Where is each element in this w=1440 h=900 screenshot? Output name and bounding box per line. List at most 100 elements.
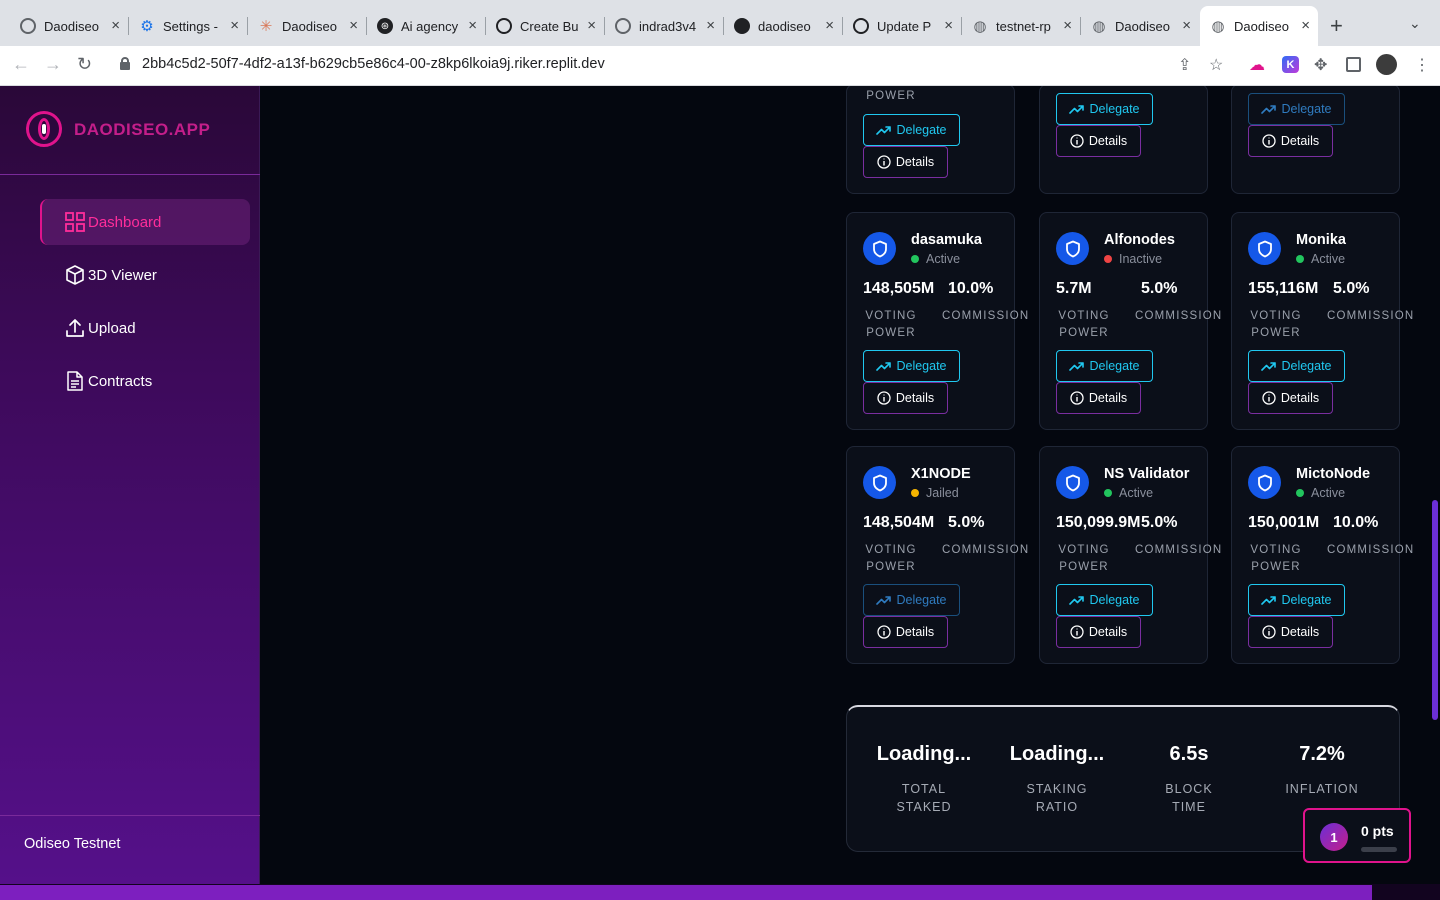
close-icon[interactable]: × — [587, 17, 596, 34]
browser-tab[interactable]: ◍ testnet-rp × — [962, 6, 1081, 46]
back-arrow-icon[interactable]: ← — [12, 54, 30, 75]
close-icon[interactable]: × — [230, 17, 239, 34]
delegate-button[interactable]: Delegate — [863, 114, 960, 146]
sidebar-item-3d-viewer[interactable]: 3D Viewer — [40, 252, 250, 298]
details-button[interactable]: Details — [1056, 125, 1141, 157]
voting-power-label: VOTING POWER — [865, 310, 917, 339]
delegate-button[interactable]: Delegate — [1248, 350, 1345, 382]
details-button[interactable]: Details — [863, 146, 948, 178]
details-button[interactable]: Details — [1056, 616, 1141, 648]
k-extension-icon[interactable]: K — [1282, 56, 1299, 73]
browser-tab[interactable]: Create Bu × — [486, 6, 605, 46]
address-bar: ← → ↻ 2bb4c5d2-50f7-4df2-a13f-b629cb5e86… — [0, 46, 1440, 86]
browser-tab[interactable]: ⚙ Settings - × — [129, 6, 248, 46]
update-icon — [853, 18, 869, 34]
sidebar-item-label: Dashboard — [88, 213, 162, 231]
new-tab-plus-icon[interactable]: + — [1330, 13, 1343, 39]
validator-card: dasamuka Active 148,505M 10.0% VOTING POWER CO… — [846, 212, 1028, 430]
delegate-button[interactable]: Delegate — [1248, 584, 1345, 616]
voting-power-label: POWER — [866, 90, 916, 102]
details-button[interactable]: Details — [1248, 616, 1333, 648]
commission-value: 10.0% — [948, 280, 994, 297]
stat-total-staked: Loading... TOTAL STAKED — [859, 743, 989, 816]
delegate-button[interactable]: Delegate — [1056, 350, 1153, 382]
reload-icon[interactable]: ↻ — [77, 54, 92, 75]
brand-name[interactable]: DAODISEO.APP — [74, 120, 210, 140]
close-icon[interactable]: × — [468, 17, 477, 34]
close-icon[interactable]: × — [1063, 17, 1072, 34]
lock-icon[interactable] — [120, 57, 130, 70]
close-icon[interactable]: × — [111, 17, 120, 34]
details-button[interactable]: Details — [1248, 382, 1333, 414]
side-panel-icon[interactable] — [1346, 57, 1361, 72]
stat-label: INFLATION — [1285, 782, 1359, 796]
close-icon[interactable]: × — [825, 17, 834, 34]
sidebar-item-upload[interactable]: Upload — [40, 305, 250, 351]
browser-tab[interactable]: ◍ Daodiseo × — [1081, 6, 1199, 46]
commission-value: 10.0% — [1333, 514, 1379, 531]
commission-value: 5.0% — [1333, 280, 1370, 297]
validator-name: Alfonodes — [1104, 232, 1175, 248]
browser-tab[interactable]: daodiseo × — [724, 6, 843, 46]
browser-tab[interactable]: ⊛ Ai agency × — [367, 6, 486, 46]
browser-tab[interactable]: Update P × — [843, 6, 962, 46]
sidebar-item-label: Contracts — [88, 372, 153, 390]
vertical-scrollbar[interactable] — [1432, 500, 1438, 720]
share-icon[interactable]: ⇪ — [1178, 55, 1191, 75]
delegate-button[interactable]: Delegate — [1056, 93, 1153, 125]
trending-up-icon — [1261, 104, 1277, 114]
delegate-button[interactable]: Delegate — [1248, 93, 1345, 125]
sidebar-item-contracts[interactable]: Contracts — [40, 358, 250, 404]
gray-circle-icon — [20, 18, 36, 34]
puzzle-extensions-icon[interactable]: ✥ — [1314, 55, 1327, 75]
profile-avatar-icon[interactable] — [1376, 54, 1397, 75]
points-widget[interactable]: 1 0 pts — [1303, 808, 1411, 863]
info-icon — [1070, 391, 1084, 405]
extension-icon[interactable]: ☁ — [1249, 55, 1265, 75]
browser-tab[interactable]: indrad3v4 × — [605, 6, 724, 46]
points-progress-bar — [1361, 847, 1397, 852]
validator-card: Alfonodes Inactive 5.7M 5.0% VOTING POWER COMM… — [1039, 212, 1221, 430]
points-value: 0 pts — [1361, 823, 1394, 839]
browser-tab[interactable]: ✳ Daodiseo × — [248, 6, 367, 46]
close-icon[interactable]: × — [944, 17, 953, 34]
close-icon[interactable]: × — [1301, 17, 1310, 34]
details-button[interactable]: Details — [863, 616, 948, 648]
horizontal-scrollbar[interactable] — [0, 884, 1440, 900]
github-icon — [734, 18, 750, 34]
commission-label: COMMISSION — [1327, 544, 1415, 556]
sidebar-item-dashboard[interactable]: Dashboard — [40, 199, 250, 245]
scrollbar-thumb[interactable] — [0, 885, 1372, 900]
details-button[interactable]: Details — [1248, 125, 1333, 157]
forward-arrow-icon[interactable]: → — [44, 54, 62, 75]
globe-icon: ◍ — [1211, 18, 1225, 35]
delegate-button[interactable]: Delegate — [863, 584, 960, 616]
shield-icon — [863, 466, 896, 499]
browser-tab-active[interactable]: ◍ Daodiseo × — [1200, 6, 1318, 46]
stat-label: TOTAL STAKED — [896, 782, 952, 814]
url-field[interactable]: 2bb4c5d2-50f7-4df2-a13f-b629cb5e86c4-00-… — [142, 56, 605, 72]
validator-card: Delegate Details — [1231, 86, 1400, 194]
info-icon — [1262, 391, 1276, 405]
close-icon[interactable]: × — [706, 17, 715, 34]
trending-up-icon — [1069, 595, 1085, 605]
stat-value: Loading... — [1009, 743, 1105, 765]
kebab-menu-icon[interactable]: ⋮ — [1414, 55, 1430, 75]
create-icon — [496, 18, 512, 34]
delegate-button[interactable]: Delegate — [863, 350, 960, 382]
voting-power-value: 148,504M — [863, 514, 935, 531]
commission-value: 5.0% — [948, 514, 985, 531]
delegate-button[interactable]: Delegate — [1056, 584, 1153, 616]
app-logo-icon[interactable] — [26, 111, 62, 147]
bookmark-star-icon[interactable]: ☆ — [1209, 55, 1223, 75]
validator-name: X1NODE — [911, 466, 971, 482]
details-button[interactable]: Details — [1056, 382, 1141, 414]
browser-tab[interactable]: Daodiseo × — [10, 6, 129, 46]
close-icon[interactable]: × — [1182, 17, 1191, 34]
commission-label: COMMISSION — [1135, 544, 1223, 556]
voting-power-value: 155,116M — [1248, 280, 1319, 297]
validator-card: Monika Active 155,116M 5.0% VOTING POWER COMMI… — [1231, 212, 1413, 430]
close-icon[interactable]: × — [349, 17, 358, 34]
tab-list-chevron-icon[interactable]: ⌄ — [1409, 15, 1421, 32]
details-button[interactable]: Details — [863, 382, 948, 414]
